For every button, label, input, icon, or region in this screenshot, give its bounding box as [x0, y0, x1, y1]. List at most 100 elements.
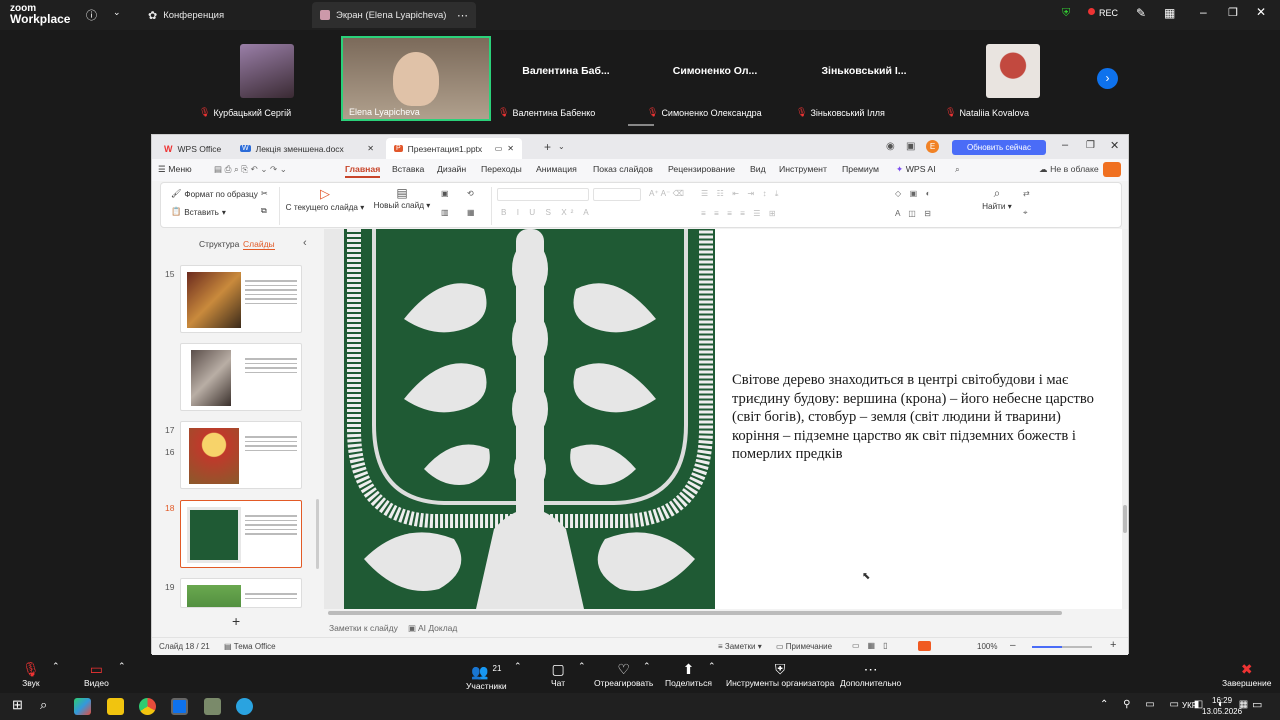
avatar[interactable]: E: [926, 140, 939, 153]
format-painter-button[interactable]: 🖌 Формат по образцу: [171, 189, 258, 199]
search-icon[interactable]: ⌕: [40, 697, 47, 713]
zoom-level[interactable]: 100%: [977, 642, 997, 651]
shield-icon[interactable]: ⛨: [1062, 7, 1070, 20]
tab-design[interactable]: Дизайн: [437, 164, 466, 174]
new-tab-plus-icon[interactable]: +: [544, 140, 551, 154]
next-page-arrow-icon[interactable]: ›: [1097, 68, 1118, 89]
close-tab-icon[interactable]: ✕: [367, 144, 374, 153]
chrome-icon[interactable]: [139, 698, 156, 715]
telegram-icon[interactable]: [236, 698, 253, 715]
more-button[interactable]: ⋯ Дополнительно: [840, 660, 901, 688]
update-now-button[interactable]: Обновить сейчас: [952, 140, 1046, 155]
text-format-icons[interactable]: B I U S X² A: [501, 208, 593, 217]
notes-toggle[interactable]: ≡ Заметки ▾: [718, 642, 762, 651]
tab-wps-ai[interactable]: ✦ WPS AI: [896, 164, 936, 175]
chevron-up-icon[interactable]: ⌃: [52, 661, 60, 672]
video-button[interactable]: ▭ Видео: [84, 660, 109, 688]
comment-toggle[interactable]: ▭ Примечание: [776, 642, 832, 651]
tab-tools[interactable]: Инструмент: [779, 164, 827, 174]
replace-icon[interactable]: ⇄: [1023, 188, 1030, 198]
font-size-select[interactable]: [593, 188, 641, 201]
section-icon[interactable]: ▥: [441, 207, 449, 217]
participant-tile[interactable]: Зіньковський І... 🎙 Зіньковський Ілля: [790, 36, 938, 120]
tab-animation[interactable]: Анимация: [536, 164, 577, 174]
slide-text-box[interactable]: Світове дерево знаходиться в центрі світ…: [732, 371, 1124, 464]
tab-insert[interactable]: Вставка: [392, 164, 424, 174]
font-size-controls-icon[interactable]: A⁺ A⁻ ⌫: [649, 188, 684, 198]
host-tools-button[interactable]: ⛨ Инструменты организатора: [726, 660, 834, 688]
slide-thumbnail[interactable]: [180, 421, 302, 489]
tab-slideshow[interactable]: Показ слайдов: [593, 164, 653, 174]
clock[interactable]: 16:29 13.05.2026: [1202, 695, 1242, 717]
minimize-icon[interactable]: –: [1200, 5, 1207, 19]
paragraph-icons[interactable]: ☰ ☷ ⇤ ⇥ ↕ ⤓: [701, 188, 782, 199]
zoom-slider[interactable]: [1032, 646, 1092, 648]
chevron-up-icon[interactable]: ⌃: [118, 661, 126, 672]
shape-icons[interactable]: ◇ ▣ ◐: [895, 188, 934, 198]
display-icon[interactable]: ▭: [495, 144, 503, 153]
quick-access-icons[interactable]: ▤ ⎙ ⌕ ⎘ ↶ ⌄ ↷ ⌄: [214, 164, 287, 175]
font-family-select[interactable]: [497, 188, 589, 201]
strip-drag-handle[interactable]: [628, 124, 654, 126]
tab-premium[interactable]: Премиум: [842, 164, 879, 174]
cloud-status[interactable]: ☁ Не в облаке: [1039, 164, 1099, 175]
zoom-app-icon[interactable]: [171, 698, 188, 715]
copilot-app-icon[interactable]: [74, 698, 91, 715]
format-icon[interactable]: ▦: [467, 207, 475, 217]
rec-label[interactable]: REC: [1099, 8, 1118, 18]
view-mode-icons[interactable]: ▭▦▯: [852, 641, 896, 650]
cut-icon[interactable]: ✂: [261, 188, 268, 198]
panel-scrollbar[interactable]: [316, 499, 319, 569]
participant-tile-active-speaker[interactable]: Elena Lyapicheva: [341, 36, 491, 121]
tab-docx[interactable]: W Лекція зменшена.docx ✕: [232, 138, 382, 159]
layout-icon[interactable]: ▣: [441, 188, 449, 198]
app-icon[interactable]: [204, 698, 221, 715]
chevron-up-icon[interactable]: ⌃: [514, 661, 522, 672]
select-icon[interactable]: ⌖: [1023, 208, 1028, 218]
annotate-icon[interactable]: ✎: [1136, 6, 1146, 20]
chat-button[interactable]: ▢ Чат: [551, 660, 565, 688]
notifications-icon[interactable]: ▭: [1252, 698, 1262, 711]
tab-home[interactable]: Главная: [345, 164, 381, 178]
share-screen-button[interactable]: ⬆ Поделиться: [665, 660, 712, 688]
tab-pptx[interactable]: P Презентация1.pptx ▭ ✕: [386, 138, 522, 159]
view-options-icon[interactable]: ▦: [1164, 6, 1175, 20]
slide-thumbnail[interactable]: [180, 343, 302, 411]
menu-button[interactable]: ☰ Меню: [158, 164, 192, 175]
end-meeting-button[interactable]: ✖ Завершение: [1222, 660, 1271, 688]
from-current-slide-button[interactable]: ▷ С текущего слайда ▾: [285, 186, 365, 212]
tab-conference[interactable]: ✿ Конференция: [140, 2, 232, 28]
audio-button[interactable]: 🎙 Звук: [22, 660, 40, 688]
tab-view[interactable]: Вид: [750, 164, 766, 174]
collapse-panel-icon[interactable]: ‹: [303, 237, 307, 249]
minimize-icon[interactable]: –: [1062, 139, 1068, 151]
windows-start-icon[interactable]: ⊞: [12, 697, 23, 713]
participant-tile[interactable]: Валентина Баб... 🎙 Валентина Бабенко: [492, 36, 640, 120]
participant-tile[interactable]: Симоненко Ол... 🎙 Симоненко Олександра: [641, 36, 789, 120]
participants-button[interactable]: 👥 21 Участники: [466, 660, 507, 691]
theme-indicator[interactable]: ▤ Тема Office: [224, 642, 276, 651]
alignment-icons[interactable]: ≡ ≡ ≡ ≡ ☰ ⊞: [701, 208, 779, 218]
tab-slides[interactable]: Слайды: [243, 239, 275, 250]
tab-transitions[interactable]: Переходы: [481, 164, 522, 174]
paste-button[interactable]: 📋 Вставить ▾: [171, 207, 226, 217]
zoom-out-icon[interactable]: –: [1010, 640, 1016, 651]
tab-structure[interactable]: Структура: [199, 239, 239, 249]
restore-icon[interactable]: ❐: [1086, 140, 1095, 151]
ai-report-button[interactable]: ▣ AI Доклад: [408, 623, 457, 634]
file-explorer-icon[interactable]: [107, 698, 124, 715]
slide-thumbnail-selected[interactable]: [180, 500, 302, 568]
tab-review[interactable]: Рецензирование: [668, 164, 735, 174]
assistant-icon[interactable]: ◉: [886, 141, 895, 152]
restore-icon[interactable]: ❐: [1228, 6, 1238, 19]
slideshow-play-icon[interactable]: [918, 641, 931, 651]
copy-icon[interactable]: ⧉: [261, 206, 267, 216]
find-button[interactable]: ⌕ Найти ▾: [979, 186, 1015, 211]
chevron-up-icon[interactable]: ⌃: [708, 661, 716, 672]
chevron-down-icon[interactable]: ⌄: [113, 7, 121, 18]
add-slide-plus-icon[interactable]: +: [232, 613, 240, 629]
new-slide-button[interactable]: ▤ Новый слайд ▾: [371, 186, 433, 210]
chevron-down-icon[interactable]: ⌄: [558, 142, 565, 151]
window-icon[interactable]: ▣: [906, 141, 915, 152]
slide-thumbnail[interactable]: [180, 265, 302, 333]
